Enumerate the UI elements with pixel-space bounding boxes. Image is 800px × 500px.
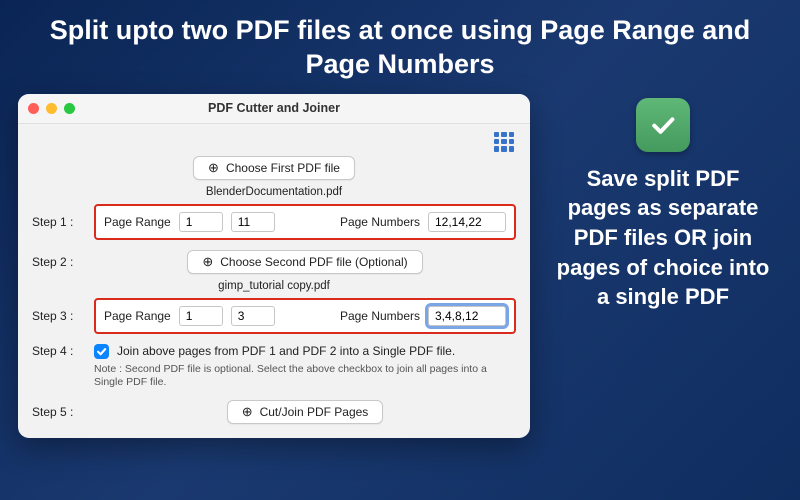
plus-icon [208, 161, 219, 175]
promo-headline: Split upto two PDF files at once using P… [0, 0, 800, 88]
choose-first-pdf-label: Choose First PDF file [226, 161, 340, 175]
close-icon[interactable] [28, 103, 39, 114]
page-numbers-label: Page Numbers [340, 215, 420, 229]
step5-label: Step 5 : [32, 405, 86, 419]
step1-range-from[interactable] [179, 212, 223, 232]
side-promo-text: Save split PDF pages as separate PDF fil… [556, 164, 770, 312]
titlebar: PDF Cutter and Joiner [18, 94, 530, 124]
step3-page-numbers[interactable] [428, 306, 506, 326]
step3-box: Page Range Page Numbers [94, 298, 516, 334]
first-filename: BlenderDocumentation.pdf [32, 186, 516, 198]
check-badge-icon [636, 98, 690, 152]
choose-second-pdf-button[interactable]: Choose Second PDF file (Optional) [187, 250, 422, 274]
choose-second-pdf-label: Choose Second PDF file (Optional) [220, 255, 407, 269]
plus-icon [242, 405, 253, 419]
minimize-icon[interactable] [46, 103, 57, 114]
second-filename: gimp_tutorial copy.pdf [32, 280, 516, 292]
step3-range-from[interactable] [179, 306, 223, 326]
page-range-label: Page Range [104, 215, 171, 229]
app-grid-icon[interactable] [494, 132, 514, 152]
window-controls [28, 103, 75, 114]
window-title: PDF Cutter and Joiner [18, 101, 530, 115]
app-window: PDF Cutter and Joiner Choose First PDF f… [18, 94, 530, 438]
maximize-icon[interactable] [64, 103, 75, 114]
plus-icon [202, 255, 213, 269]
step1-label: Step 1 : [32, 215, 86, 229]
cut-join-button[interactable]: Cut/Join PDF Pages [227, 400, 384, 424]
join-checkbox[interactable] [94, 344, 109, 359]
page-range-label: Page Range [104, 309, 171, 323]
step4-label: Step 4 : [32, 344, 86, 358]
join-checkbox-label: Join above pages from PDF 1 and PDF 2 in… [117, 344, 455, 358]
step2-label: Step 2 : [32, 255, 86, 269]
choose-first-pdf-button[interactable]: Choose First PDF file [193, 156, 355, 180]
step1-range-to[interactable] [231, 212, 275, 232]
step3-label: Step 3 : [32, 309, 86, 323]
page-numbers-label: Page Numbers [340, 309, 420, 323]
note-text: Note : Second PDF file is optional. Sele… [32, 363, 516, 390]
step1-box: Page Range Page Numbers [94, 204, 516, 240]
step3-range-to[interactable] [231, 306, 275, 326]
cut-join-label: Cut/Join PDF Pages [260, 405, 369, 419]
side-column: Save split PDF pages as separate PDF fil… [556, 94, 770, 312]
step1-page-numbers[interactable] [428, 212, 506, 232]
